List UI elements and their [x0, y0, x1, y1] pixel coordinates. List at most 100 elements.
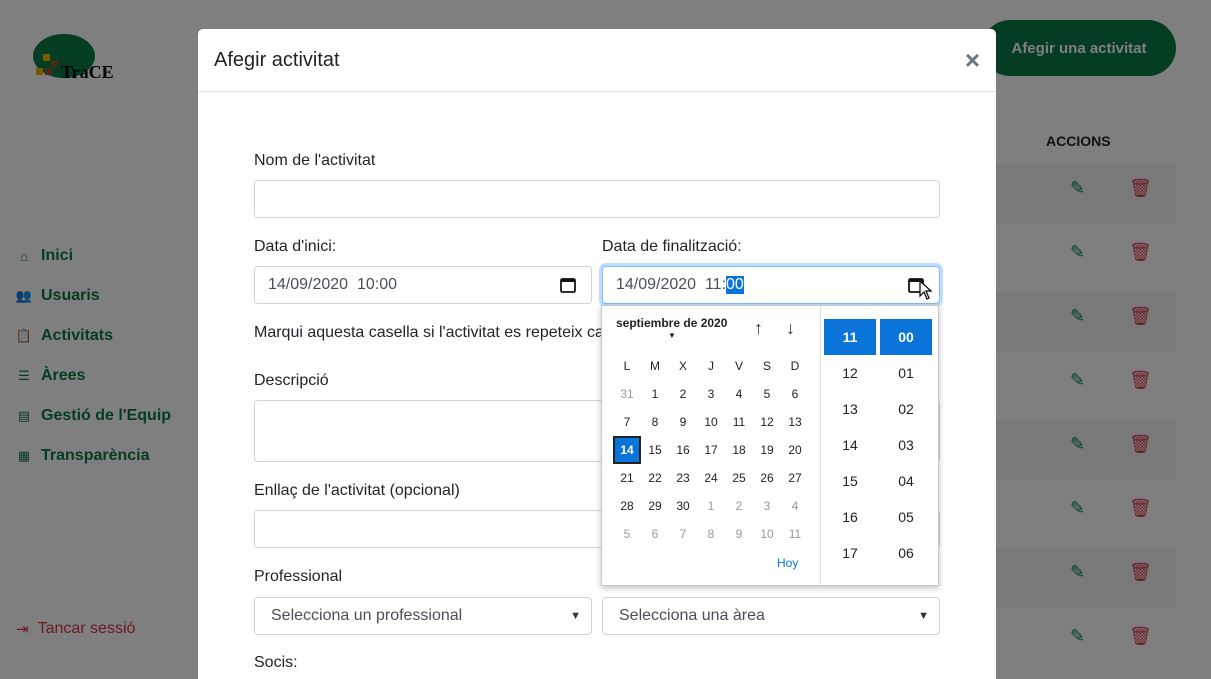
calendar-day[interactable]: 25	[725, 464, 753, 492]
calendar-day[interactable]: 21	[613, 464, 641, 492]
calendar-day[interactable]: 10	[753, 520, 781, 548]
calendar-day[interactable]: 9	[669, 408, 697, 436]
area-select[interactable]: Selecciona una àrea ▼	[602, 597, 940, 635]
calendar-week: 28 29 30 1 2 3 4	[613, 492, 813, 520]
calendar-day[interactable]: 29	[641, 492, 669, 520]
end-date-minute-segment[interactable]: 00	[726, 276, 744, 294]
hour-option[interactable]: 14	[824, 427, 876, 463]
minute-option[interactable]: 02	[880, 391, 932, 427]
calendar-day[interactable]: 7	[613, 408, 641, 436]
activity-name-label: Nom de l'activitat	[254, 152, 376, 169]
start-date-value: 14/09/2020 10:00	[268, 276, 398, 293]
hour-option[interactable]: 15	[824, 463, 876, 499]
calendar-day[interactable]: 10	[697, 408, 725, 436]
today-button[interactable]: Hoy	[777, 556, 798, 570]
calendar-week: 14 15 16 17 18 19 20	[613, 436, 813, 464]
calendar-day[interactable]: 8	[641, 408, 669, 436]
mouse-pointer-icon	[919, 280, 933, 300]
calendar-week: 7 8 9 10 11 12 13	[613, 408, 813, 436]
calendar-day[interactable]: 16	[669, 436, 697, 464]
calendar-day[interactable]: 6	[781, 380, 809, 408]
calendar-day[interactable]: 8	[697, 520, 725, 548]
hour-option[interactable]: 16	[824, 499, 876, 535]
arrow-down-icon[interactable]: ↓	[786, 318, 795, 339]
calendar-day[interactable]: 17	[697, 436, 725, 464]
start-date-input[interactable]: 14/09/2020 10:00	[254, 266, 592, 304]
hour-option-selected[interactable]: 11	[824, 319, 876, 355]
calendar-day[interactable]: 19	[753, 436, 781, 464]
calendar-day[interactable]: 11	[781, 520, 809, 548]
modal-header: Afegir activitat ×	[198, 29, 996, 92]
calendar-day[interactable]: 5	[753, 380, 781, 408]
professional-select-value: Selecciona un professional	[271, 607, 463, 624]
calendar-day[interactable]: 26	[753, 464, 781, 492]
close-button[interactable]: ×	[965, 45, 980, 76]
calendar-day[interactable]: 9	[725, 520, 753, 548]
calendar-day[interactable]: 1	[641, 380, 669, 408]
minute-option[interactable]: 05	[880, 499, 932, 535]
professional-select[interactable]: Selecciona un professional ▼	[254, 597, 592, 635]
calendar-day[interactable]: 20	[781, 436, 809, 464]
minute-option-selected[interactable]: 00	[880, 319, 932, 355]
calendar-day[interactable]: 31	[613, 380, 641, 408]
end-date-value: 14/09/2020 11:	[616, 276, 727, 293]
calendar-day[interactable]: 2	[725, 492, 753, 520]
minute-option[interactable]: 03	[880, 427, 932, 463]
end-date-input[interactable]: 14/09/2020 11: 00	[602, 266, 940, 304]
calendar-day[interactable]: 30	[669, 492, 697, 520]
calendar-day[interactable]: 18	[725, 436, 753, 464]
modal-title: Afegir activitat	[214, 48, 340, 71]
calendar-day[interactable]: 11	[725, 408, 753, 436]
calendar-day[interactable]: 12	[753, 408, 781, 436]
minute-column: 00 01 02 03 04 05 06	[880, 319, 932, 571]
activity-name-input[interactable]	[254, 180, 940, 218]
activity-link-label: Enllaç de l'activitat (opcional)	[254, 482, 460, 499]
chevron-down-icon: ▼	[570, 610, 581, 622]
picker-divider	[820, 306, 821, 585]
calendar-grid: L M X J V S D 31 1 2 3 4 5 6 7 8 9 10 11…	[613, 352, 813, 548]
weekday-label: L	[623, 359, 631, 373]
caret-down-icon[interactable]: ▼	[668, 331, 676, 340]
repeat-checkbox-text: Marqui aquesta casella si l'activitat es…	[254, 324, 613, 341]
minute-option[interactable]: 04	[880, 463, 932, 499]
calendar-day[interactable]: 24	[697, 464, 725, 492]
calendar-day-selected[interactable]: 14	[613, 436, 641, 464]
calendar-day[interactable]: 5	[613, 520, 641, 548]
calendar-day[interactable]: 15	[641, 436, 669, 464]
month-year-selector[interactable]: septiembre de 2020	[616, 316, 727, 330]
start-date-label: Data d'inici:	[254, 238, 337, 255]
calendar-day[interactable]: 6	[641, 520, 669, 548]
calendar-day[interactable]: 4	[725, 380, 753, 408]
weekday-label: V	[734, 359, 743, 373]
area-select-value: Selecciona una àrea	[619, 607, 765, 624]
hour-column: 11 12 13 14 15 16 17	[824, 319, 876, 571]
socis-label: Socis:	[254, 654, 298, 671]
minute-option[interactable]: 06	[880, 535, 932, 571]
description-label: Descripció	[254, 372, 329, 389]
calendar-icon[interactable]	[559, 276, 577, 294]
minute-option[interactable]: 01	[880, 355, 932, 391]
calendar-day[interactable]: 4	[781, 492, 809, 520]
calendar-day[interactable]: 22	[641, 464, 669, 492]
arrow-up-icon[interactable]: ↑	[754, 318, 763, 339]
weekday-label: J	[708, 359, 714, 373]
calendar-day[interactable]: 3	[697, 380, 725, 408]
hour-option[interactable]: 13	[824, 391, 876, 427]
calendar-day[interactable]: 2	[669, 380, 697, 408]
end-date-label: Data de finalització:	[602, 238, 742, 255]
calendar-day[interactable]: 7	[669, 520, 697, 548]
calendar-day[interactable]: 3	[753, 492, 781, 520]
hour-option[interactable]: 12	[824, 355, 876, 391]
calendar-day[interactable]: 1	[697, 492, 725, 520]
calendar-day[interactable]: 27	[781, 464, 809, 492]
calendar-day[interactable]: 28	[613, 492, 641, 520]
weekday-label: M	[650, 359, 660, 373]
calendar-day[interactable]: 23	[669, 464, 697, 492]
professional-label: Professional	[254, 568, 343, 585]
hour-option[interactable]: 17	[824, 535, 876, 571]
calendar-day[interactable]: 13	[781, 408, 809, 436]
weekday-label: X	[678, 359, 687, 373]
calendar-week: 31 1 2 3 4 5 6	[613, 380, 813, 408]
datetime-picker: septiembre de 2020 ▼ ↑ ↓ L M X J V S D 3…	[601, 305, 939, 586]
weekday-label: S	[762, 359, 771, 373]
